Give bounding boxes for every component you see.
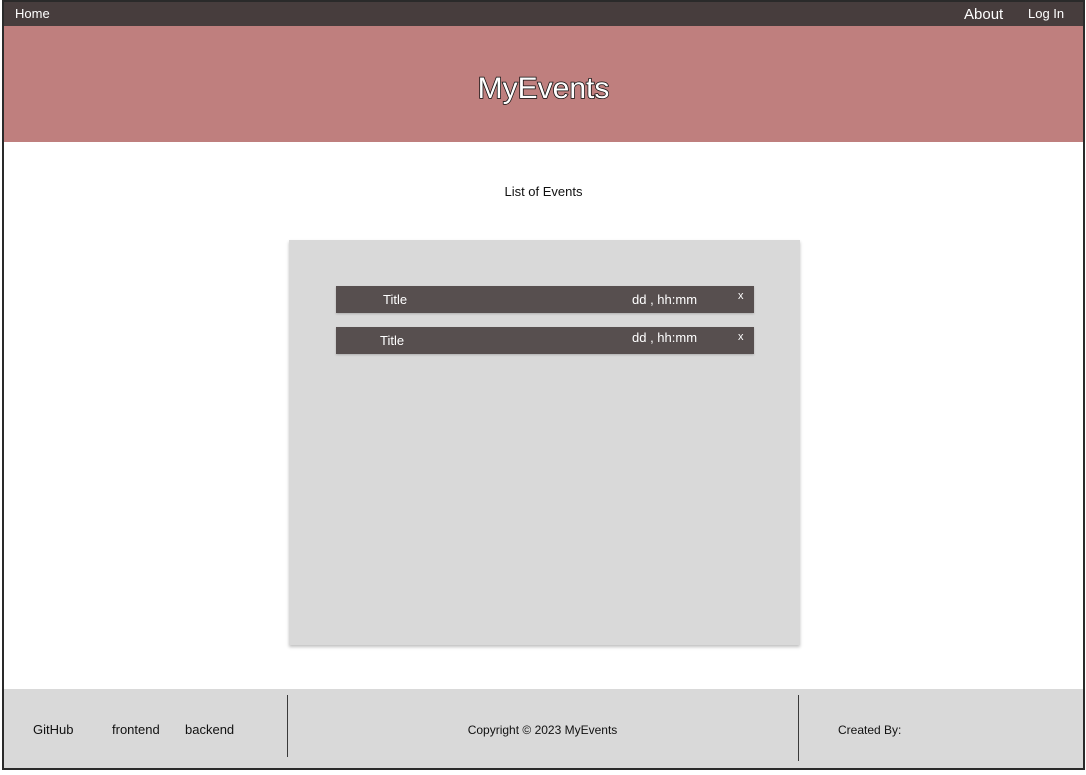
site-title: MyEvents [477,71,610,106]
event-title: Title [383,292,408,307]
footer-created-by: Created By: [838,723,902,737]
delete-event-button[interactable]: x [738,330,744,344]
footer-link-frontend[interactable]: frontend [112,722,160,738]
event-row[interactable]: Title dd , hh:mm x [336,286,754,313]
nav-about-link[interactable]: About [964,6,1003,24]
event-row[interactable]: Title dd , hh:mm x [336,327,754,354]
footer-copyright: Copyright © 2023 MyEvents [467,723,618,737]
delete-event-button[interactable]: x [738,289,744,303]
events-panel: Title dd , hh:mm x Title dd , hh:mm x [289,240,800,645]
footer-divider-right [798,695,799,761]
hero-banner: MyEvents [4,26,1083,142]
event-time: dd , hh:mm [632,292,698,307]
app-window: Home About Log In MyEvents List of Event… [2,0,1085,770]
event-title: Title [380,333,405,348]
top-navbar: Home About Log In [4,2,1083,26]
page-footer: GitHub frontend backend Copyright © 2023… [4,689,1083,768]
nav-login-link[interactable]: Log In [1028,6,1064,22]
footer-link-backend[interactable]: backend [185,722,234,738]
nav-home-link[interactable]: Home [15,6,50,22]
event-time: dd , hh:mm [632,330,698,345]
footer-link-github[interactable]: GitHub [33,722,73,738]
events-list-heading: List of Events [504,184,583,199]
